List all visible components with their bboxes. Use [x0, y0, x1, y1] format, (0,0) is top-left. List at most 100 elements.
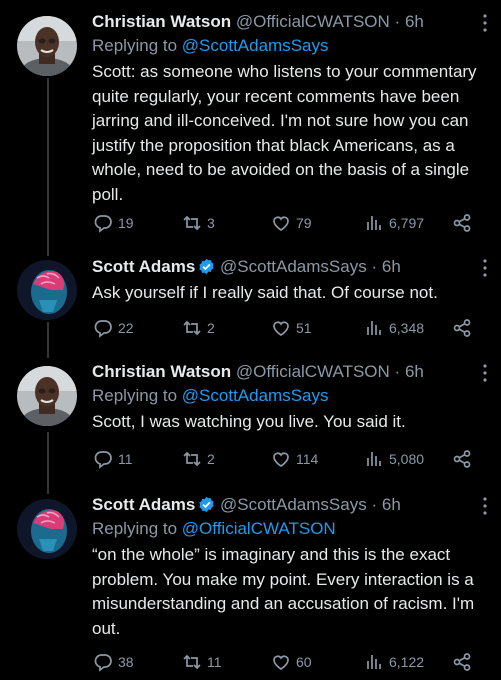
author-handle[interactable]: @OfficialCWATSON: [236, 12, 390, 31]
tweet-header: Christian Watson @OfficialCWATSON · 6h: [92, 10, 485, 34]
views-button[interactable]: 6,348: [364, 317, 424, 339]
tweet-header: Scott Adams @ScottAdamsSays · 6h: [92, 493, 485, 517]
share-icon: [453, 653, 471, 671]
verified-badge-icon: [199, 496, 214, 513]
separator-dot: ·: [371, 495, 378, 514]
tweet-content: Christian Watson @OfficialCWATSON · 6h R…: [92, 10, 485, 207]
timestamp[interactable]: 6h: [405, 362, 424, 381]
timestamp[interactable]: 6h: [382, 495, 401, 514]
tweet-content: Scott Adams @ScottAdamsSays · 6h Replyin…: [92, 493, 485, 641]
more-options-icon[interactable]: [475, 12, 495, 34]
tweet-text: Scott: as someone who listens to your co…: [92, 62, 477, 204]
separator-dot: ·: [394, 362, 401, 381]
author-name[interactable]: Christian Watson: [92, 362, 231, 381]
more-options-icon[interactable]: [475, 257, 495, 279]
avatar-scott-adams[interactable]: [17, 260, 77, 320]
replying-to-prefix: Replying to: [92, 36, 178, 55]
replying-to-prefix: Replying to: [92, 519, 178, 538]
views-icon: [367, 452, 381, 466]
like-count: 51: [296, 320, 312, 336]
share-button[interactable]: [452, 651, 472, 673]
author-name[interactable]: Scott Adams: [92, 495, 195, 514]
tweet[interactable]: Scott Adams @ScottAdamsSays · 6h Ask you…: [0, 255, 501, 350]
tweet[interactable]: Scott Adams @ScottAdamsSays · 6h Replyin…: [0, 493, 501, 680]
reply-icon: [94, 451, 112, 469]
tweet-header: Christian Watson @OfficialCWATSON · 6h: [92, 360, 485, 384]
like-button[interactable]: 114: [271, 448, 318, 470]
share-button[interactable]: [452, 317, 472, 339]
more-options-icon[interactable]: [475, 495, 495, 517]
views-button[interactable]: 5,080: [364, 448, 424, 470]
timestamp[interactable]: 6h: [382, 257, 401, 276]
timestamp[interactable]: 6h: [405, 12, 424, 31]
author-name[interactable]: Christian Watson: [92, 12, 231, 31]
like-count: 60: [296, 654, 312, 670]
tweet-actions: 38 11 60 6,122: [0, 651, 501, 673]
like-button[interactable]: 79: [271, 212, 312, 234]
reply-button[interactable]: 22: [93, 317, 134, 339]
retweet-button[interactable]: 2: [182, 317, 215, 339]
retweet-button[interactable]: 3: [182, 212, 215, 234]
avatar-christian-watson[interactable]: [17, 366, 77, 426]
author-name[interactable]: Scott Adams: [92, 257, 195, 276]
heart-icon: [273, 452, 289, 467]
reply-count: 19: [118, 215, 134, 231]
replying-to-mention[interactable]: @ScottAdamsSays: [182, 36, 329, 55]
reply-icon: [94, 320, 112, 338]
tweet-text: “on the whole” is imaginary and this is …: [92, 545, 475, 638]
retweet-count: 11: [207, 654, 222, 670]
retweet-icon: [183, 654, 201, 670]
reply-icon: [94, 215, 112, 233]
replying-to-mention[interactable]: @ScottAdamsSays: [182, 386, 329, 405]
author-handle[interactable]: @ScottAdamsSays: [220, 257, 367, 276]
more-options-icon[interactable]: [475, 362, 495, 384]
reply-icon: [94, 654, 112, 672]
heart-icon: [273, 655, 289, 670]
retweet-icon: [183, 451, 201, 467]
view-count: 6,348: [389, 320, 425, 336]
tweet-actions: 11 2 114 5,080: [0, 448, 501, 470]
share-icon: [453, 319, 471, 337]
tweet[interactable]: Christian Watson @OfficialCWATSON · 6h R…: [0, 10, 501, 245]
share-icon: [453, 450, 471, 468]
tweet-content: Scott Adams @ScottAdamsSays · 6h Ask you…: [92, 255, 485, 306]
tweet-header: Scott Adams @ScottAdamsSays · 6h: [92, 255, 485, 279]
tweet-actions: 19 3 79 6,797: [0, 212, 501, 234]
view-count: 5,080: [389, 451, 425, 467]
views-button[interactable]: 6,797: [364, 212, 424, 234]
heart-icon: [273, 216, 289, 231]
tweet-actions: 22 2 51 6,348: [0, 317, 501, 339]
heart-icon: [273, 321, 289, 336]
replying-to: Replying to @ScottAdamsSays: [92, 384, 485, 408]
tweet[interactable]: Christian Watson @OfficialCWATSON · 6h R…: [0, 360, 501, 480]
like-button[interactable]: 51: [271, 317, 312, 339]
share-button[interactable]: [452, 212, 472, 234]
avatar-christian-watson[interactable]: [17, 16, 77, 76]
share-button[interactable]: [452, 448, 472, 470]
view-count: 6,797: [389, 215, 425, 231]
replying-to-prefix: Replying to: [92, 386, 178, 405]
like-count: 79: [296, 215, 312, 231]
reply-button[interactable]: 11: [93, 448, 133, 470]
separator-dot: ·: [394, 12, 401, 31]
author-handle[interactable]: @ScottAdamsSays: [220, 495, 367, 514]
tweet-text: Ask yourself if I really said that. Of c…: [92, 283, 438, 302]
retweet-button[interactable]: 2: [182, 448, 215, 470]
like-count: 114: [296, 451, 319, 467]
retweet-count: 3: [207, 215, 215, 231]
avatar-scott-adams[interactable]: [17, 499, 77, 559]
retweet-count: 2: [207, 451, 215, 467]
verified-badge-icon: [199, 258, 214, 275]
reply-button[interactable]: 19: [93, 212, 134, 234]
replying-to: Replying to @ScottAdamsSays: [92, 34, 485, 58]
retweet-icon: [183, 215, 201, 231]
retweet-button[interactable]: 11: [182, 651, 222, 673]
replying-to-mention[interactable]: @OfficialCWATSON: [182, 519, 336, 538]
reply-button[interactable]: 38: [93, 651, 134, 673]
author-handle[interactable]: @OfficialCWATSON: [236, 362, 390, 381]
views-button[interactable]: 6,122: [364, 651, 424, 673]
like-button[interactable]: 60: [271, 651, 312, 673]
retweet-icon: [183, 320, 201, 336]
replying-to: Replying to @OfficialCWATSON: [92, 517, 485, 541]
reply-count: 11: [118, 451, 133, 467]
